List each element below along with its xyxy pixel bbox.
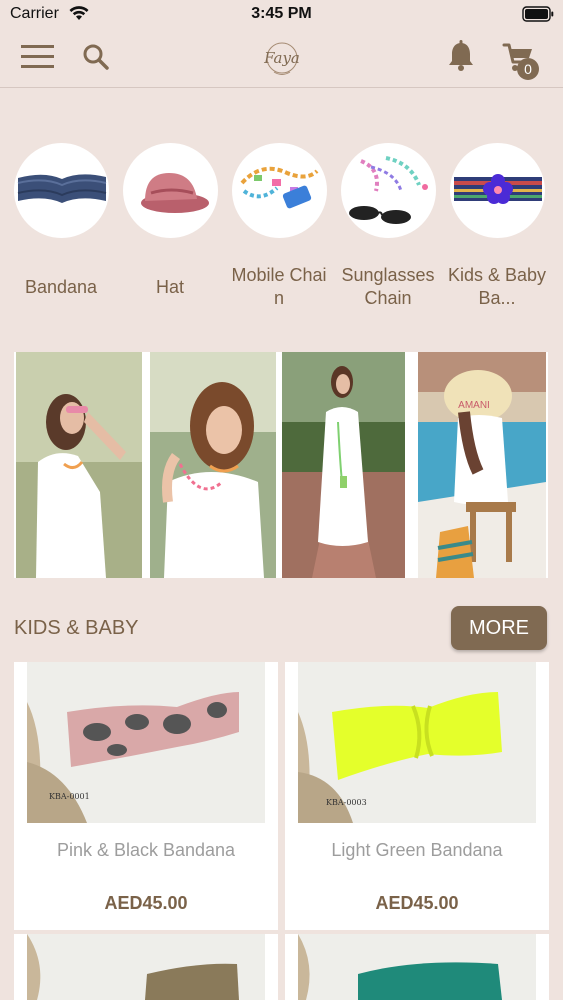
category-label: Bandana bbox=[24, 276, 98, 297]
search-icon bbox=[83, 44, 109, 70]
category-mobile-chain[interactable]: Mobile Chain bbox=[228, 143, 330, 310]
product-image bbox=[27, 934, 265, 1000]
bell-icon bbox=[449, 40, 473, 71]
category-hat[interactable]: Hat bbox=[119, 143, 221, 310]
sunglasses-chain-thumbnail bbox=[340, 143, 436, 238]
promo-banner[interactable]: AMANI bbox=[14, 352, 548, 578]
battery-icon bbox=[522, 6, 554, 27]
mobile-chain-thumbnail bbox=[231, 143, 327, 238]
product-card-partial[interactable] bbox=[285, 934, 549, 1000]
logo-text: Faya bbox=[263, 49, 300, 67]
category-carousel[interactable]: Bandana Hat Mobile Chain Sunglasses Chai… bbox=[0, 143, 563, 318]
cart-count-badge: 0 bbox=[517, 58, 539, 80]
product-price: AED45.00 bbox=[104, 893, 188, 913]
banner-photo-3 bbox=[282, 352, 405, 578]
category-label: Hat bbox=[155, 276, 184, 297]
category-sunglasses-chain[interactable]: Sunglasses Chain bbox=[337, 143, 439, 310]
more-button[interactable]: MORE bbox=[451, 606, 547, 650]
status-bar: Carrier 3:45 PM bbox=[0, 0, 563, 30]
section-title: KIDS & BABY bbox=[14, 617, 139, 639]
category-label: Sunglasses Chain bbox=[341, 265, 435, 308]
product-image: KBA-0001 bbox=[27, 662, 265, 823]
clock: 3:45 PM bbox=[251, 5, 312, 22]
hamburger-icon bbox=[21, 45, 54, 68]
product-name: Pink & Black Bandana bbox=[56, 840, 236, 860]
banner-photo-4: AMANI bbox=[418, 352, 546, 578]
product-code: KBA-0003 bbox=[326, 798, 367, 807]
product-price: AED45.00 bbox=[375, 893, 459, 913]
notifications-button[interactable] bbox=[446, 40, 476, 74]
menu-button[interactable] bbox=[21, 44, 55, 70]
search-button[interactable] bbox=[82, 43, 112, 73]
category-kids-baby-bandana[interactable]: Kids & Baby Ba... bbox=[446, 143, 548, 310]
category-label: Kids & Baby Ba... bbox=[447, 265, 547, 308]
product-code: KBA-0001 bbox=[49, 792, 90, 801]
kids-baby-bandana-thumbnail bbox=[449, 143, 545, 238]
bandana-thumbnail bbox=[13, 143, 109, 238]
product-image bbox=[298, 934, 536, 1000]
category-label: Mobile Chain bbox=[231, 265, 327, 308]
product-card[interactable]: KBA-0001 Pink & Black Bandana AED45.00 bbox=[14, 662, 278, 930]
brand-logo[interactable]: Faya bbox=[252, 36, 312, 80]
banner-photo-2 bbox=[150, 352, 276, 578]
svg-text:AMANI: AMANI bbox=[458, 400, 490, 411]
product-image: KBA-0003 bbox=[298, 662, 536, 823]
top-nav-bar: Faya 0 bbox=[0, 30, 563, 88]
category-bandana[interactable]: Bandana bbox=[10, 143, 112, 310]
banner-photo-1 bbox=[16, 352, 142, 578]
hat-thumbnail bbox=[122, 143, 218, 238]
product-card-partial[interactable] bbox=[14, 934, 278, 1000]
product-card[interactable]: KBA-0003 Light Green Bandana AED45.00 bbox=[285, 662, 549, 930]
product-name: Light Green Bandana bbox=[331, 840, 503, 860]
